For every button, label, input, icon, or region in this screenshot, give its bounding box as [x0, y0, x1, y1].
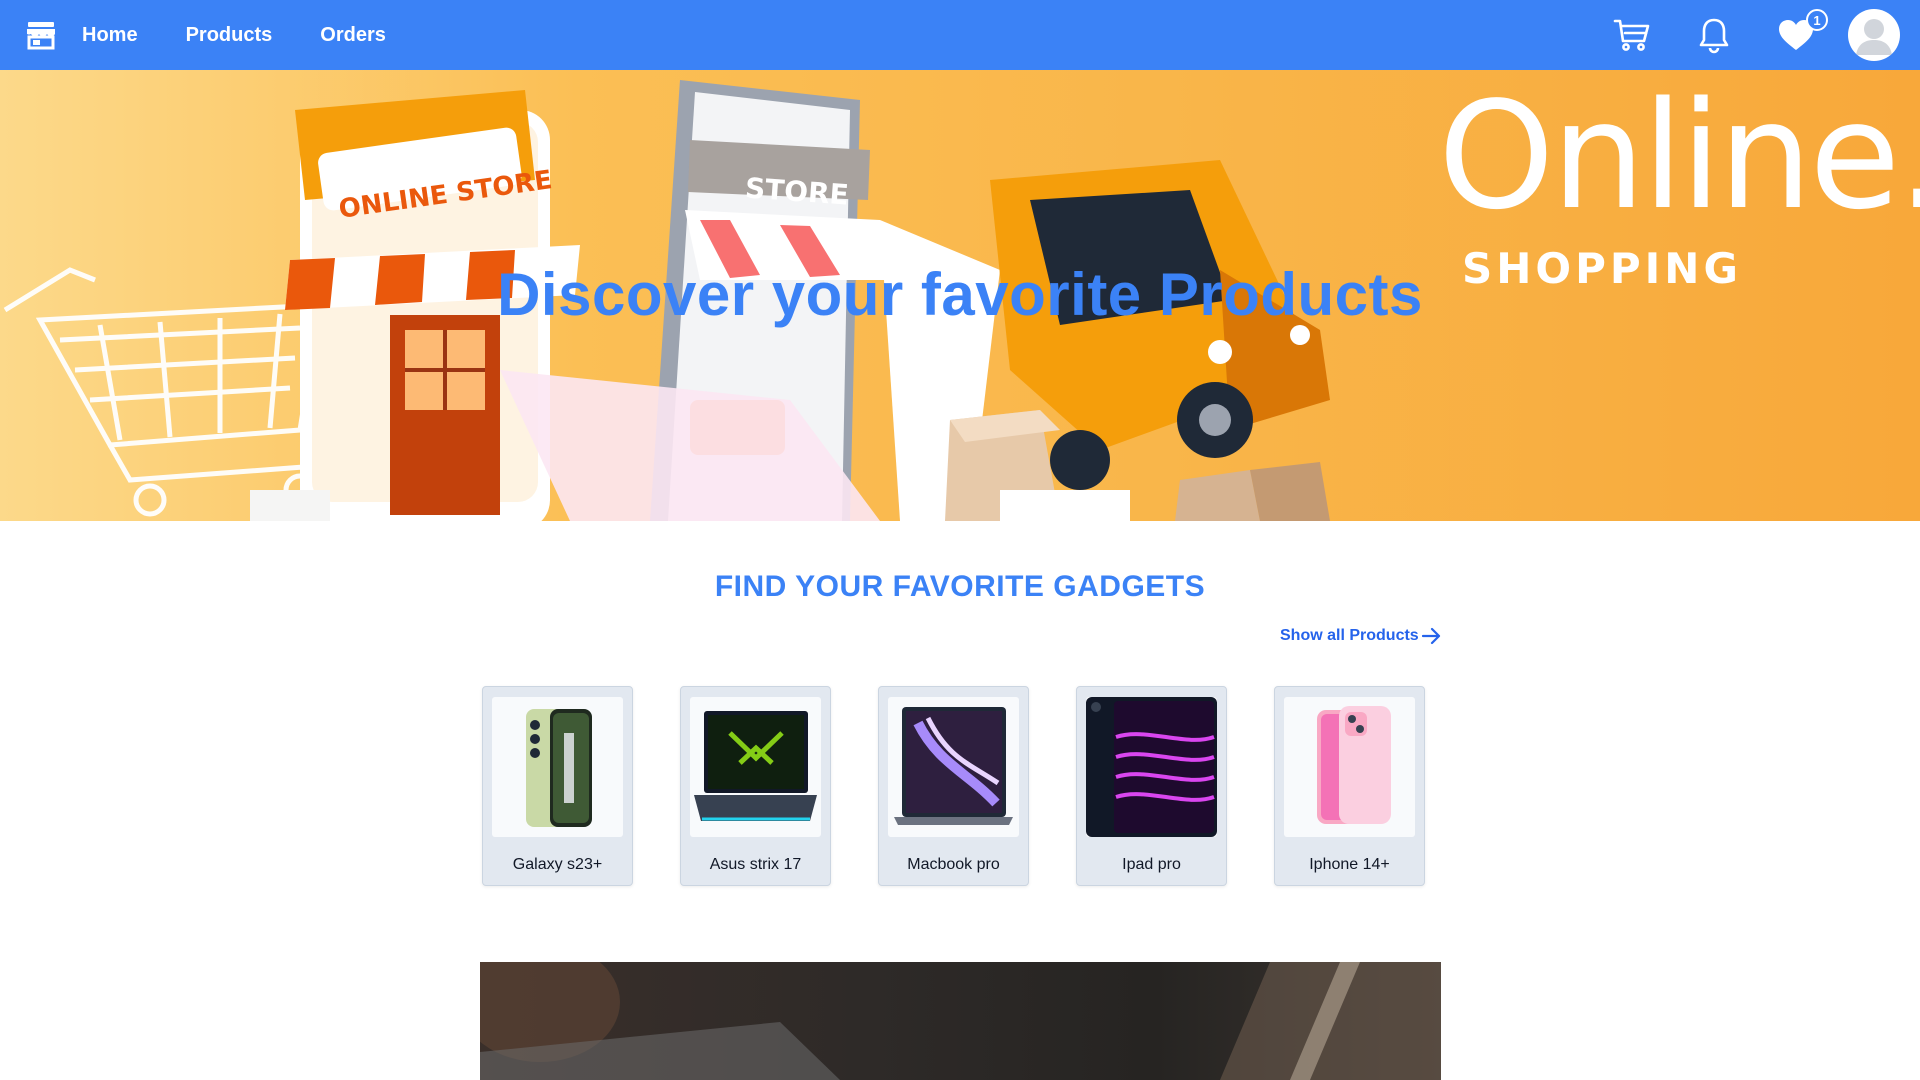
product-card[interactable]: Iphone 14+ [1274, 686, 1425, 886]
arrow-right-icon [1421, 627, 1440, 645]
wishlist-count-badge: 1 [1806, 9, 1828, 31]
product-card[interactable]: Macbook pro [878, 686, 1029, 886]
product-name: Asus strix 17 [709, 856, 802, 873]
cart-icon[interactable] [1610, 13, 1654, 57]
phone-image [492, 697, 623, 837]
top-navbar: Home Products Orders 1 [0, 0, 1920, 70]
product-name: Galaxy s23+ [512, 856, 603, 873]
laptop-image [888, 697, 1019, 837]
product-card[interactable]: Galaxy s23+ [482, 686, 633, 886]
hero-banner: Online. SHOPPING ONLINE STORE STORE Disc… [0, 70, 1920, 521]
section-title: FIND YOUR FAVORITE GADGETS [714, 570, 1206, 603]
nav-actions: 1 [1572, 0, 1900, 70]
hero-brand-online: Online. [1438, 70, 1920, 242]
user-avatar[interactable] [1848, 9, 1900, 61]
product-name: Macbook pro [907, 856, 1000, 873]
product-card[interactable]: Ipad pro [1076, 686, 1227, 886]
product-cards: Galaxy s23+ Asus strix 17 Macbook pro Ip… [482, 686, 1472, 886]
laptop-image [690, 697, 821, 837]
product-name: Ipad pro [1122, 856, 1181, 873]
hero-title: Discover your favorite Products [497, 261, 1423, 328]
show-all-products-link[interactable]: Show all Products [1280, 627, 1441, 645]
bell-icon[interactable] [1692, 13, 1736, 57]
promo-banner-image [480, 962, 1441, 1080]
user-silhouette-icon [1856, 19, 1892, 55]
store-logo-icon[interactable] [24, 18, 58, 52]
phone-image [1284, 697, 1415, 837]
nav-link-products[interactable]: Products [186, 24, 273, 47]
product-name: Iphone 14+ [1309, 856, 1390, 873]
nav-link-home[interactable]: Home [82, 24, 138, 47]
show-all-label: Show all Products [1280, 627, 1419, 644]
product-card[interactable]: Asus strix 17 [680, 686, 831, 886]
nav-link-orders[interactable]: Orders [320, 24, 386, 47]
tablet-image [1086, 697, 1217, 837]
heart-icon[interactable]: 1 [1774, 9, 1828, 57]
